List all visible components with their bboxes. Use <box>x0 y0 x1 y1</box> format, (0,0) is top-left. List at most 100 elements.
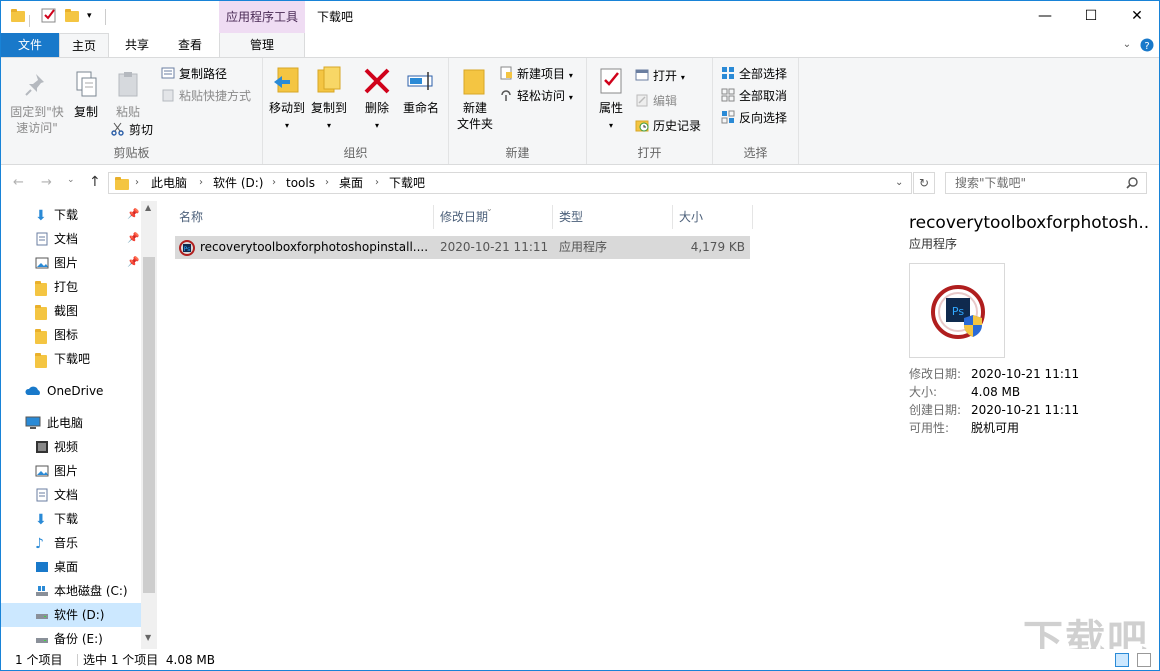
refresh-icon[interactable]: ↻ <box>913 172 935 194</box>
pin-icon[interactable]: 📌 <box>127 203 139 227</box>
separator <box>105 9 106 25</box>
open-button[interactable]: 打开 ▾ <box>635 66 685 86</box>
nav-item-onedrive[interactable]: OneDrive <box>1 379 141 403</box>
chevron-right-icon[interactable]: › <box>325 173 329 193</box>
history-button[interactable]: 历史记录 <box>635 116 701 136</box>
recent-locations-icon[interactable]: ⌄ <box>67 175 75 185</box>
column-header-size[interactable]: 大小 <box>673 205 753 229</box>
nav-scrollbar[interactable]: ▲ ▼ <box>141 201 157 649</box>
new-folder-button[interactable]: 新建 文件夹 <box>453 66 497 132</box>
nav-item-pictures[interactable]: 图片 <box>1 459 141 483</box>
cut-button[interactable]: 剪切 <box>111 120 153 140</box>
breadcrumb-current[interactable]: 下载吧 <box>389 173 425 193</box>
nav-item-folder[interactable]: 图标 <box>1 323 141 347</box>
address-dropdown-icon[interactable]: ⌄ <box>895 173 903 193</box>
rename-button[interactable]: 重命名 <box>399 66 443 116</box>
easy-access-button[interactable]: 轻松访问 ▾ <box>499 86 573 106</box>
chevron-right-icon[interactable]: › <box>135 173 139 193</box>
select-all-button[interactable]: 全部选择 <box>721 64 787 84</box>
quick-access-dropdown-icon[interactable]: ▾ <box>87 7 105 25</box>
tab-share[interactable]: 共享 <box>113 33 161 57</box>
file-row[interactable]: Ps recoverytoolboxforphotoshopinstall...… <box>175 236 750 259</box>
minimize-button[interactable]: — <box>1022 1 1068 33</box>
pin-icon[interactable]: 📌 <box>127 227 139 251</box>
edit-button[interactable]: 编辑 <box>635 91 677 111</box>
search-icon[interactable] <box>1126 177 1138 189</box>
pin-label-2: 速访问" <box>16 121 58 135</box>
picture-icon <box>35 465 49 477</box>
scrollbar-thumb[interactable] <box>143 257 155 593</box>
copy-to-button[interactable]: 复制到 ▾ <box>309 66 349 134</box>
easy-access-label: 轻松访问 <box>517 89 566 103</box>
paste-button[interactable]: 粘贴 <box>109 70 147 120</box>
chevron-right-icon[interactable]: › <box>272 173 276 193</box>
chevron-right-icon[interactable]: › <box>375 173 379 193</box>
item-count: 1 个项目 <box>15 653 63 667</box>
nav-item-folder[interactable]: 截图 <box>1 299 141 323</box>
pin-quick-access-button[interactable]: 固定到"快 速访问" <box>7 70 67 136</box>
nav-item-downloads[interactable]: ⬇ 下载 <box>1 507 141 531</box>
breadcrumb-drive-d[interactable]: 软件 (D:) <box>213 173 263 193</box>
move-to-button[interactable]: 移动到 ▾ <box>267 66 307 134</box>
search-input[interactable]: 搜索"下载吧" <box>945 172 1147 194</box>
nav-label: 文档 <box>54 488 79 502</box>
folder-icon[interactable] <box>11 7 29 25</box>
nav-item-drive-d[interactable]: 软件 (D:) <box>1 603 141 627</box>
new-item-button[interactable]: 新建项目 ▾ <box>499 64 573 84</box>
forward-arrow-icon[interactable]: → <box>41 175 52 190</box>
new-group: 新建 文件夹 新建项目 ▾ 轻松访问 ▾ 新建 <box>449 58 587 164</box>
breadcrumb-desktop[interactable]: 桌面 <box>339 173 363 193</box>
column-header-date[interactable]: 修改日期 ⌄ <box>434 204 553 229</box>
column-header-name[interactable]: 名称 <box>173 205 434 229</box>
nav-item-music[interactable]: ♪ 音乐 <box>1 531 141 555</box>
nav-item-documents[interactable]: 文档 <box>1 483 141 507</box>
tab-view[interactable]: 查看 <box>165 33 215 57</box>
breadcrumb-tools[interactable]: tools <box>286 173 315 193</box>
organize-group-label: 组织 <box>343 146 368 160</box>
properties-button[interactable]: 属性 ▾ <box>591 66 631 134</box>
nav-item-desktop[interactable]: 桌面 <box>1 555 141 579</box>
tab-file[interactable]: 文件 <box>1 33 59 57</box>
help-icon[interactable]: ? <box>1139 33 1155 57</box>
nav-item-drive-e[interactable]: 备份 (E:) <box>1 627 141 651</box>
breadcrumb-this-pc[interactable]: 此电脑 <box>151 173 187 193</box>
nav-item-downloads[interactable]: ⬇ 下载 📌 <box>1 203 141 227</box>
copy-to-label: 复制到 <box>310 101 347 115</box>
invert-selection-button[interactable]: 反向选择 <box>721 108 787 128</box>
move-to-label: 移动到 <box>268 101 305 115</box>
nav-item-drive-c[interactable]: 本地磁盘 (C:) <box>1 579 141 603</box>
properties-check-icon[interactable] <box>41 7 59 25</box>
tab-home[interactable]: 主页 <box>59 33 109 57</box>
pin-icon[interactable]: 📌 <box>127 251 139 275</box>
nav-label: 图片 <box>54 464 79 478</box>
scroll-up-icon[interactable]: ▲ <box>145 203 151 212</box>
column-header-type[interactable]: 类型 <box>553 205 673 229</box>
paste-shortcut-button[interactable]: 粘贴快捷方式 <box>161 86 251 106</box>
nav-item-videos[interactable]: 视频 <box>1 435 141 459</box>
chevron-right-icon[interactable]: › <box>199 173 203 193</box>
large-icons-view-icon[interactable] <box>1137 653 1151 667</box>
delete-button[interactable]: 删除 ▾ <box>359 66 395 134</box>
nav-item-folder[interactable]: 打包 <box>1 275 141 299</box>
nav-item-documents[interactable]: 文档 📌 <box>1 227 141 251</box>
new-folder-icon[interactable] <box>65 7 83 25</box>
maximize-button[interactable]: ☐ <box>1068 1 1114 33</box>
new-group-label: 新建 <box>505 146 530 160</box>
details-view-icon[interactable] <box>1115 653 1129 667</box>
select-none-button[interactable]: 全部取消 <box>721 86 787 106</box>
tab-manage[interactable]: 管理 <box>219 33 305 57</box>
nav-item-pictures[interactable]: 图片 📌 <box>1 251 141 275</box>
back-arrow-icon[interactable]: ← <box>13 175 24 190</box>
up-arrow-icon[interactable]: ↑ <box>89 174 101 190</box>
address-bar[interactable]: › 此电脑 › 软件 (D:) › tools › 桌面 › 下载吧 ⌄ <box>108 172 912 194</box>
dropdown-arrow-icon: ▾ <box>374 121 379 130</box>
collapse-ribbon-icon[interactable]: ⌄ <box>1119 33 1135 57</box>
nav-item-folder[interactable]: 下载吧 <box>1 347 141 371</box>
svg-text:Ps: Ps <box>952 305 964 318</box>
scroll-down-icon[interactable]: ▼ <box>145 633 151 642</box>
copy-button[interactable]: 复制 <box>67 70 105 120</box>
close-button[interactable]: ✕ <box>1114 1 1159 33</box>
nav-item-this-pc[interactable]: 此电脑 <box>1 411 141 435</box>
copy-path-label: 复制路径 <box>179 67 228 81</box>
copy-path-button[interactable]: 复制路径 <box>161 64 227 84</box>
